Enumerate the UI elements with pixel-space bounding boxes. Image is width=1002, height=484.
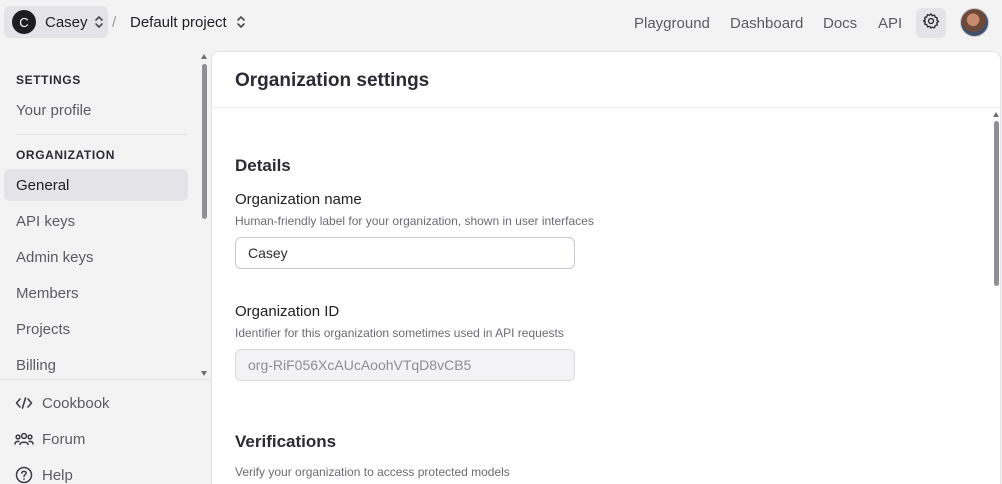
org-name-help: Human-friendly label for your organizati… bbox=[235, 214, 594, 228]
divider bbox=[16, 134, 187, 135]
breadcrumb-separator: / bbox=[112, 14, 117, 31]
content-scrollbar-thumb[interactable] bbox=[994, 121, 999, 286]
scroll-up-arrow-icon[interactable] bbox=[201, 54, 207, 59]
sidebar-item-projects[interactable]: Projects bbox=[4, 313, 188, 345]
sidebar-item-members[interactable]: Members bbox=[4, 277, 188, 309]
project-name: Default project bbox=[130, 13, 227, 31]
nav-api[interactable]: API bbox=[878, 15, 902, 32]
help-label: Help bbox=[42, 466, 73, 484]
sidebar-nav: SETTINGS Your profile ORGANIZATION Gener… bbox=[0, 46, 210, 378]
org-switcher[interactable]: C Casey bbox=[4, 6, 108, 38]
sidebar-item-billing[interactable]: Billing bbox=[4, 349, 188, 378]
org-id-label: Organization ID bbox=[235, 303, 340, 320]
forum-label: Forum bbox=[42, 430, 86, 448]
page-title: Organization settings bbox=[235, 70, 430, 91]
forum-link[interactable]: Forum bbox=[14, 430, 85, 448]
nav-docs[interactable]: Docs bbox=[823, 15, 857, 32]
verifications-heading: Verifications bbox=[235, 432, 337, 451]
cookbook-link[interactable]: Cookbook bbox=[14, 394, 110, 412]
settings-heading: SETTINGS bbox=[16, 73, 81, 87]
details-heading: Details bbox=[235, 156, 291, 175]
settings-panel: Organization settings Details Organizati… bbox=[211, 51, 1001, 484]
cookbook-label: Cookbook bbox=[42, 394, 110, 412]
org-name-label: Organization name bbox=[235, 191, 362, 208]
chevron-up-down-icon bbox=[94, 15, 104, 29]
org-avatar: C bbox=[12, 10, 36, 34]
panel-content: Details Organization name Human-friendly… bbox=[212, 109, 1000, 484]
settings-button[interactable] bbox=[916, 8, 946, 38]
sidebar-item-your-profile[interactable]: Your profile bbox=[4, 94, 188, 126]
panel-header: Organization settings bbox=[212, 52, 1000, 108]
verifications-help: Verify your organization to access prote… bbox=[235, 465, 510, 479]
user-avatar[interactable] bbox=[960, 8, 989, 37]
sidebar-item-api-keys[interactable]: API keys bbox=[4, 205, 188, 237]
scroll-down-arrow-icon[interactable] bbox=[201, 371, 207, 376]
nav-playground[interactable]: Playground bbox=[634, 15, 710, 32]
org-id-input[interactable] bbox=[235, 349, 575, 381]
sidebar-scrollbar-thumb[interactable] bbox=[202, 64, 207, 219]
chevron-up-down-icon bbox=[236, 15, 246, 29]
org-id-help: Identifier for this organization sometim… bbox=[235, 326, 564, 340]
organization-heading: ORGANIZATION bbox=[16, 148, 115, 162]
nav-dashboard[interactable]: Dashboard bbox=[730, 15, 803, 32]
users-icon bbox=[14, 430, 34, 448]
help-link[interactable]: Help bbox=[14, 466, 73, 484]
top-bar: C Casey / Default project Playground Das… bbox=[0, 0, 1002, 46]
org-name-input[interactable] bbox=[235, 237, 575, 269]
project-switcher[interactable]: Default project bbox=[124, 6, 252, 38]
sidebar-item-general[interactable]: General bbox=[4, 169, 188, 201]
sidebar-footer: Cookbook Forum Help bbox=[0, 379, 210, 484]
gear-icon bbox=[922, 12, 940, 35]
question-circle-icon bbox=[14, 466, 34, 484]
code-icon bbox=[14, 394, 34, 412]
org-name: Casey bbox=[45, 13, 88, 31]
scroll-up-arrow-icon[interactable] bbox=[993, 112, 999, 117]
sidebar: SETTINGS Your profile ORGANIZATION Gener… bbox=[0, 46, 210, 484]
sidebar-item-admin-keys[interactable]: Admin keys bbox=[4, 241, 188, 273]
